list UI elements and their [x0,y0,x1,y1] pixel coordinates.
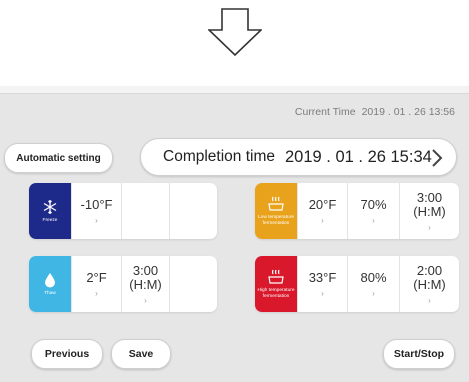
chevron-down-icon: › [372,215,375,225]
previous-button[interactable]: Previous [31,339,103,369]
thaw-mode-label: Thaw [44,290,56,296]
setting-cell[interactable]: 2°F › [71,256,121,312]
previous-label: Previous [44,348,90,360]
completion-time-value: 2019 . 01 . 26 15:34 [285,147,432,166]
current-time-label: Current Time [294,106,356,118]
chevron-down-icon: › [321,215,324,225]
steam-pot-icon [268,269,284,284]
setting-cell[interactable] [169,256,217,312]
setting-cell[interactable]: 20°F › [297,183,347,239]
screen-top-edge [0,86,469,94]
low-temp-mode-tile: Low temperature fermentation [255,183,297,239]
thaw-mode-tile: Thaw [29,256,71,312]
setting-cell[interactable]: 2:00 (H:M) › [399,256,459,312]
temperature-value: 20°F [308,196,337,212]
save-label: Save [128,348,154,360]
high-temp-mode-tile: High temperature fermentation [255,256,297,312]
current-time-readout: Current Time 2019 . 01 . 26 13:56 [295,106,455,118]
current-time-value: 2019 . 01 . 26 13:56 [361,106,455,118]
start-stop-button[interactable]: Start/Stop [383,339,455,369]
mode-card-low-temp-fermentation[interactable]: Low temperature fermentation 20°F › 70% … [255,183,459,239]
chevron-down-icon: › [95,288,98,298]
temperature-value: 33°F [308,269,337,285]
humidity-value: 70% [360,196,387,212]
control-panel-screen: Current Time 2019 . 01 . 26 13:56 Automat… [0,86,469,382]
setting-cell[interactable]: 80% › [347,256,399,312]
setting-cell[interactable]: -10°F › [71,183,121,239]
freeze-mode-label: Freeze [42,217,58,223]
setting-cell[interactable]: 70% › [347,183,399,239]
duration-value: 3:00 (H:M) [413,189,446,219]
duration-value: 3:00 (H:M) [129,262,162,292]
mode-card-thaw[interactable]: Thaw 2°F › 3:00 (H:M) › [29,256,217,312]
chevron-down-icon: › [95,215,98,225]
automatic-setting-label: Automatic setting [16,152,101,164]
high-temp-mode-label: High temperature fermentation [257,288,295,299]
freeze-mode-tile: Freeze [29,183,71,239]
automatic-setting-button[interactable]: Automatic setting [4,143,113,173]
completion-time-label: Completion time [163,148,275,165]
mode-card-freeze[interactable]: Freeze -10°F › [29,183,217,239]
low-temp-mode-label: Low temperature fermentation [258,215,294,226]
chevron-down-icon: › [144,295,147,305]
save-button[interactable]: Save [111,339,171,369]
chevron-down-icon: › [428,222,431,232]
setting-cell[interactable]: 3:00 (H:M) › [399,183,459,239]
mode-card-high-temp-fermentation[interactable]: High temperature fermentation 33°F › 80%… [255,256,459,312]
humidity-value: 80% [360,269,387,285]
chevron-down-icon: › [428,295,431,305]
setting-cell[interactable] [169,183,217,239]
setting-cell[interactable]: 33°F › [297,256,347,312]
chevron-down-icon: › [321,288,324,298]
duration-value: 2:00 (H:M) [413,262,446,292]
water-drop-icon [45,272,55,288]
snowflake-icon [43,199,57,214]
chevron-right-icon [432,149,443,167]
setting-cell[interactable]: 3:00 (H:M) › [121,256,169,312]
steam-pot-icon [268,196,284,211]
start-stop-label: Start/Stop [393,348,445,360]
completion-time-button[interactable]: Completion time 2019 . 01 . 26 15:34 [140,138,457,176]
temperature-value: -10°F [80,196,113,212]
temperature-value: 2°F [86,269,107,285]
setting-cell[interactable] [121,183,169,239]
chevron-down-icon: › [372,288,375,298]
down-arrow-icon [208,8,262,56]
